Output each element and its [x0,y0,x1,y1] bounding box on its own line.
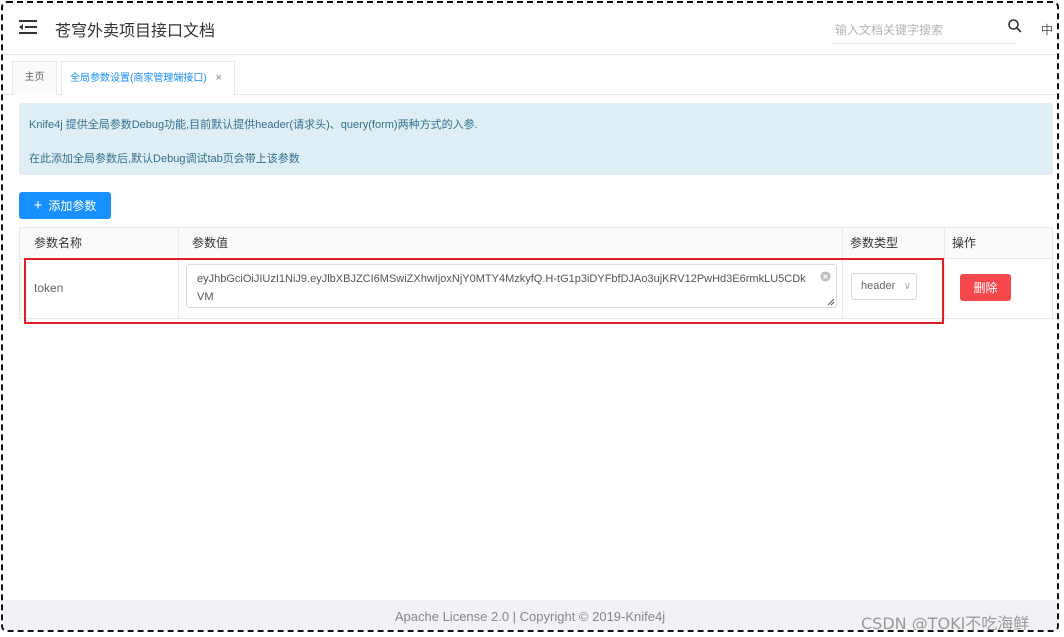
tab-bar: 主页 全局参数设置(商家管理端接口) × [3,55,1057,96]
search-input[interactable] [831,17,1015,44]
watermark: CSDN @TOKI不吃海鲜 [861,614,1030,632]
language-switch[interactable]: 中 [1041,21,1053,38]
tab-label: 主页 [24,72,45,83]
header-actions: 操作 [952,236,977,250]
param-value-text: eyJhbGciOiJIUzI1NiJ9.eyJlbXBJZCI6MSwiZXh… [197,273,806,303]
param-name-cell: token [34,281,64,295]
header-param-name: 参数名称 [34,236,83,250]
tab-global-params[interactable]: 全局参数设置(商家管理端接口) × [61,61,235,96]
clear-icon[interactable] [820,271,831,282]
column-divider [178,228,179,318]
table-header: 参数名称 参数值 参数类型 操作 [20,228,1052,259]
notice-line-2: 在此添加全局参数后,默认Debug调试tab页会带上该参数 [29,153,300,165]
tab-home[interactable]: 主页 [12,61,57,95]
plus-icon: + [33,197,43,214]
param-type-value: header [861,280,896,292]
header-param-type: 参数类型 [850,236,899,250]
param-type-select[interactable]: header ∨ [851,273,917,300]
browser-frame: 苍穹外卖项目接口文档 中 主页 全局参数设置(商家管理端接口) × Knife4… [1,1,1059,632]
params-table: 参数名称 参数值 参数类型 操作 token eyJhbGciOiJIUzI1N… [19,227,1053,319]
param-value-textarea[interactable]: eyJhbGciOiJIUzI1NiJ9.eyJlbXBJZCI6MSwiZXh… [186,264,837,308]
close-icon[interactable]: × [215,72,221,84]
top-header: 苍穹外卖项目接口文档 中 [3,3,1057,55]
search-icon[interactable] [1007,18,1023,34]
delete-button[interactable]: 删除 [960,274,1011,301]
add-param-button[interactable]: + 添加参数 [19,192,111,219]
app-title: 苍穹外卖项目接口文档 [55,23,216,40]
chevron-down-icon: ∨ [903,281,911,292]
info-notice: Knife4j 提供全局参数Debug功能,目前默认提供header(请求头)、… [19,103,1053,175]
column-divider [842,228,843,318]
menu-fold-icon[interactable] [19,19,37,35]
resize-handle-icon[interactable] [827,298,835,306]
add-param-label: 添加参数 [48,199,97,213]
notice-line-1: Knife4j 提供全局参数Debug功能,目前默认提供header(请求头)、… [29,119,478,131]
header-param-value: 参数值 [192,236,229,250]
tab-label: 全局参数设置(商家管理端接口) [70,73,207,84]
column-divider [944,228,945,318]
